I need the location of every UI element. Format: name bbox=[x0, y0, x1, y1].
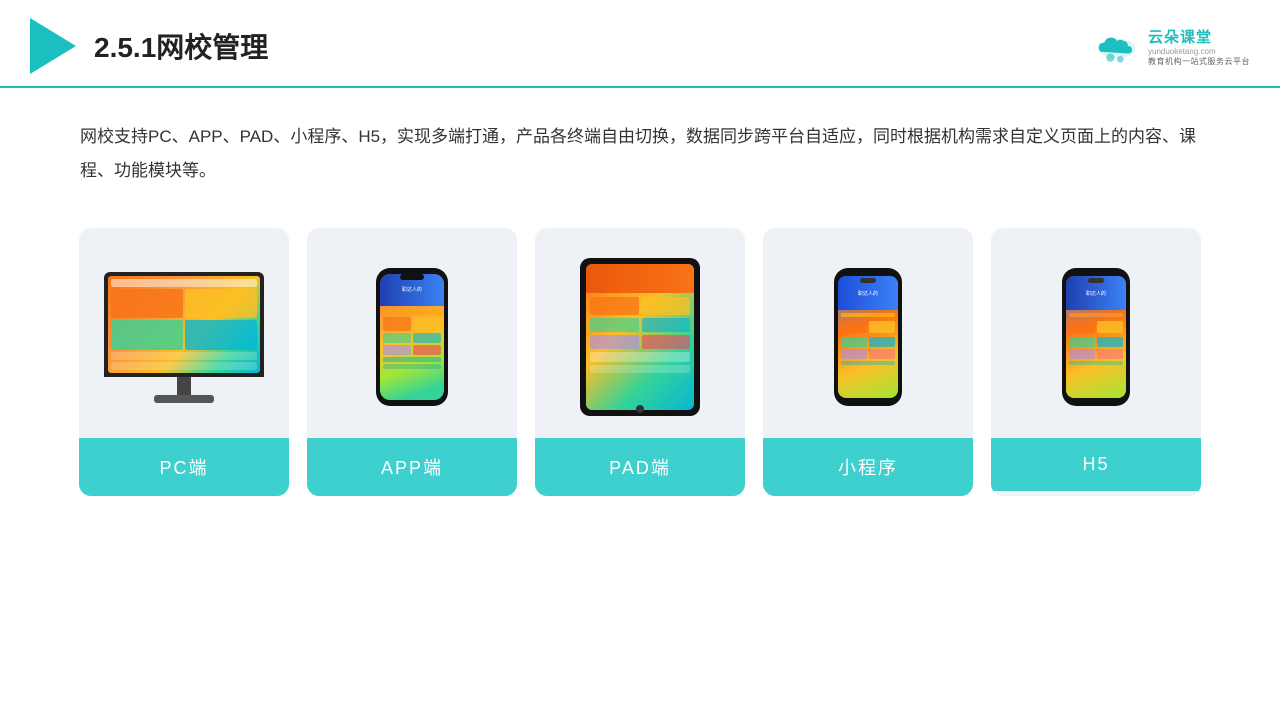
card-pad-label: PAD端 bbox=[535, 438, 745, 496]
app-image-area: 职达人的 bbox=[307, 228, 517, 438]
header-right: 云朵课堂 yunduoketang.com 教育机构一站式服务云平台 bbox=[1092, 26, 1250, 67]
pad-image-area bbox=[535, 228, 745, 438]
play-icon bbox=[30, 18, 76, 74]
card-app: 职达人的 bbox=[307, 228, 517, 496]
brand-logo: 云朵课堂 yunduoketang.com 教育机构一站式服务云平台 bbox=[1092, 26, 1250, 67]
card-h5: 职达人的 bbox=[991, 228, 1201, 496]
logo-text: 云朵课堂 yunduoketang.com 教育机构一站式服务云平台 bbox=[1148, 26, 1250, 67]
page-title: 2.5.1网校管理 bbox=[94, 26, 268, 66]
pc-device bbox=[104, 272, 264, 403]
logo-tagline: 教育机构一站式服务云平台 bbox=[1148, 56, 1250, 67]
card-pc: PC端 bbox=[79, 228, 289, 496]
description-text: 网校支持PC、APP、PAD、小程序、H5，实现多端打通，产品各终端自由切换，数… bbox=[0, 88, 1280, 208]
miniprogram-image-area: 职达人的 bbox=[763, 228, 973, 438]
miniprogram-device: 职达人的 bbox=[834, 268, 902, 406]
cloud-icon bbox=[1092, 28, 1142, 64]
card-pc-label: PC端 bbox=[79, 438, 289, 496]
card-pad: PAD端 bbox=[535, 228, 745, 496]
pc-image-area bbox=[79, 228, 289, 438]
logo-name: 云朵课堂 bbox=[1148, 26, 1212, 47]
card-app-label: APP端 bbox=[307, 438, 517, 496]
h5-device: 职达人的 bbox=[1062, 268, 1130, 406]
pad-device bbox=[580, 258, 700, 416]
h5-image-area: 职达人的 bbox=[991, 228, 1201, 438]
card-h5-label: H5 bbox=[991, 438, 1201, 491]
card-miniprogram-label: 小程序 bbox=[763, 438, 973, 496]
header-left: 2.5.1网校管理 bbox=[30, 18, 268, 74]
app-device: 职达人的 bbox=[376, 268, 448, 406]
device-cards: PC端 职达人的 bbox=[0, 208, 1280, 496]
card-miniprogram: 职达人的 bbox=[763, 228, 973, 496]
logo-url: yunduoketang.com bbox=[1148, 47, 1216, 56]
header: 2.5.1网校管理 云朵课堂 yunduoketang.com 教育机构一站式服… bbox=[0, 0, 1280, 88]
